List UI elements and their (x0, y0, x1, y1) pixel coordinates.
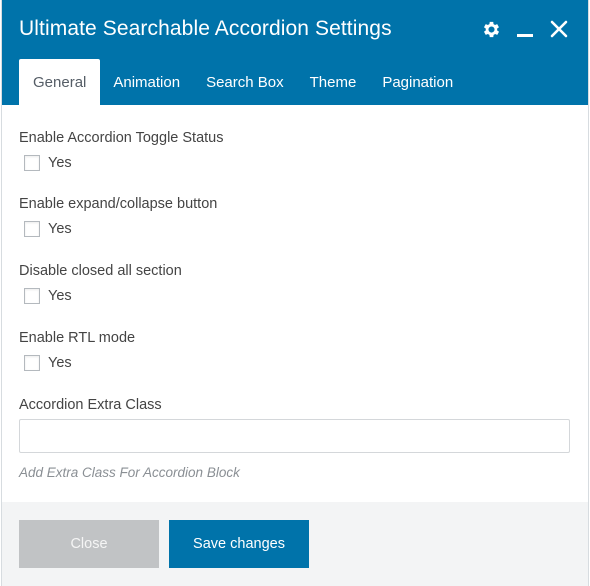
disable-closed-checkbox[interactable] (24, 288, 40, 304)
extra-class-input[interactable] (19, 419, 570, 453)
rtl-mode-checkbox[interactable] (24, 355, 40, 371)
dialog-title: Ultimate Searchable Accordion Settings (19, 17, 392, 40)
expand-collapse-checkbox[interactable] (24, 221, 40, 237)
rtl-mode-option[interactable]: Yes (24, 355, 72, 371)
disable-closed-option-label: Yes (48, 288, 72, 304)
tab-animation[interactable]: Animation (100, 59, 193, 105)
close-icon[interactable] (548, 18, 570, 40)
expand-collapse-label: Enable expand/collapse button (19, 196, 218, 212)
tab-theme[interactable]: Theme (297, 59, 370, 105)
toggle-status-checkbox[interactable] (24, 155, 40, 171)
expand-collapse-option[interactable]: Yes (24, 221, 72, 237)
expand-collapse-option-label: Yes (48, 221, 72, 237)
toggle-status-option-label: Yes (48, 155, 72, 171)
tab-general[interactable]: General (19, 59, 101, 105)
gear-icon[interactable] (480, 18, 502, 40)
rtl-mode-label: Enable RTL mode (19, 330, 136, 346)
extra-class-label: Accordion Extra Class (19, 397, 162, 413)
settings-tabs: General Animation Search Box Theme Pagin… (19, 59, 466, 105)
rtl-mode-option-label: Yes (48, 355, 72, 371)
toggle-status-option[interactable]: Yes (24, 155, 72, 171)
minimize-icon[interactable] (514, 18, 536, 40)
disable-closed-label: Disable closed all section (19, 263, 182, 279)
save-changes-button[interactable]: Save changes (169, 520, 309, 568)
dialog-header: Ultimate Searchable Accordion Settings G… (2, 0, 588, 105)
disable-closed-option[interactable]: Yes (24, 288, 72, 304)
dialog-footer: Close Save changes (2, 502, 588, 586)
settings-dialog: Ultimate Searchable Accordion Settings G… (2, 0, 588, 586)
header-actions (480, 18, 570, 40)
tab-search-box[interactable]: Search Box (193, 59, 297, 105)
extra-class-hint: Add Extra Class For Accordion Block (19, 465, 240, 480)
toggle-status-label: Enable Accordion Toggle Status (19, 130, 224, 146)
tab-pagination[interactable]: Pagination (369, 59, 466, 105)
close-button[interactable]: Close (19, 520, 159, 568)
